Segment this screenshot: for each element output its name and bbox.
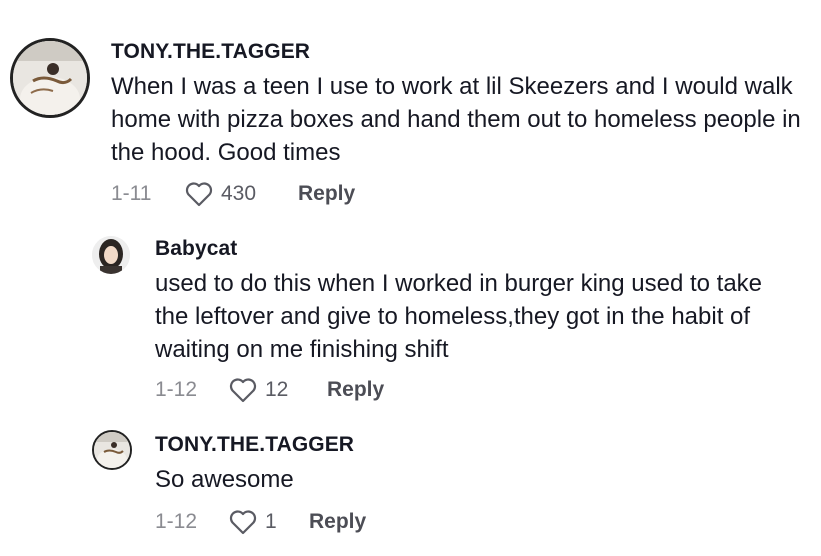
comment-username[interactable]: Babycat xyxy=(155,237,801,261)
reply-button[interactable]: Reply xyxy=(309,510,366,534)
like-count: 430 xyxy=(221,182,257,205)
user-avatar-icon xyxy=(92,236,130,274)
comment-body: TONY.THE.TAGGER So awesome xyxy=(155,433,801,496)
comment-date: 1-12 xyxy=(155,378,198,401)
comment-date: 1-12 xyxy=(155,510,198,533)
like-button[interactable]: 430 xyxy=(185,181,261,207)
comment-text: used to do this when I worked in burger … xyxy=(155,270,763,363)
comment-date: 1-11 xyxy=(111,182,152,205)
comment-username[interactable]: TONY.THE.TAGGER xyxy=(155,433,801,457)
user-avatar-icon xyxy=(13,41,87,115)
comment-meta: 1-12 1 Reply xyxy=(155,509,366,535)
comment-username[interactable]: TONY.THE.TAGGER xyxy=(111,40,801,64)
like-count: 12 xyxy=(265,378,289,401)
comment-body: Babycat used to do this when I worked in… xyxy=(155,237,801,366)
user-avatar-icon xyxy=(94,432,130,468)
avatar[interactable] xyxy=(92,236,130,274)
reply-button[interactable]: Reply xyxy=(327,378,384,402)
reply-button[interactable]: Reply xyxy=(298,182,355,206)
avatar[interactable] xyxy=(92,430,132,470)
comment-meta: 1-12 12 Reply xyxy=(155,377,384,403)
comment-text: When I was a teen I use to work at lil S… xyxy=(111,73,801,166)
like-button[interactable]: 12 xyxy=(229,377,305,403)
avatar[interactable] xyxy=(10,38,90,118)
like-count: 1 xyxy=(265,510,277,533)
comment-body: TONY.THE.TAGGER When I was a teen I use … xyxy=(111,40,801,169)
like-button[interactable]: 1 xyxy=(229,509,287,535)
heart-icon xyxy=(185,182,213,207)
heart-icon xyxy=(229,378,257,403)
comment-meta: 1-11 430 Reply xyxy=(111,181,355,207)
comment-text: So awesome xyxy=(155,466,294,493)
heart-icon xyxy=(229,510,257,535)
